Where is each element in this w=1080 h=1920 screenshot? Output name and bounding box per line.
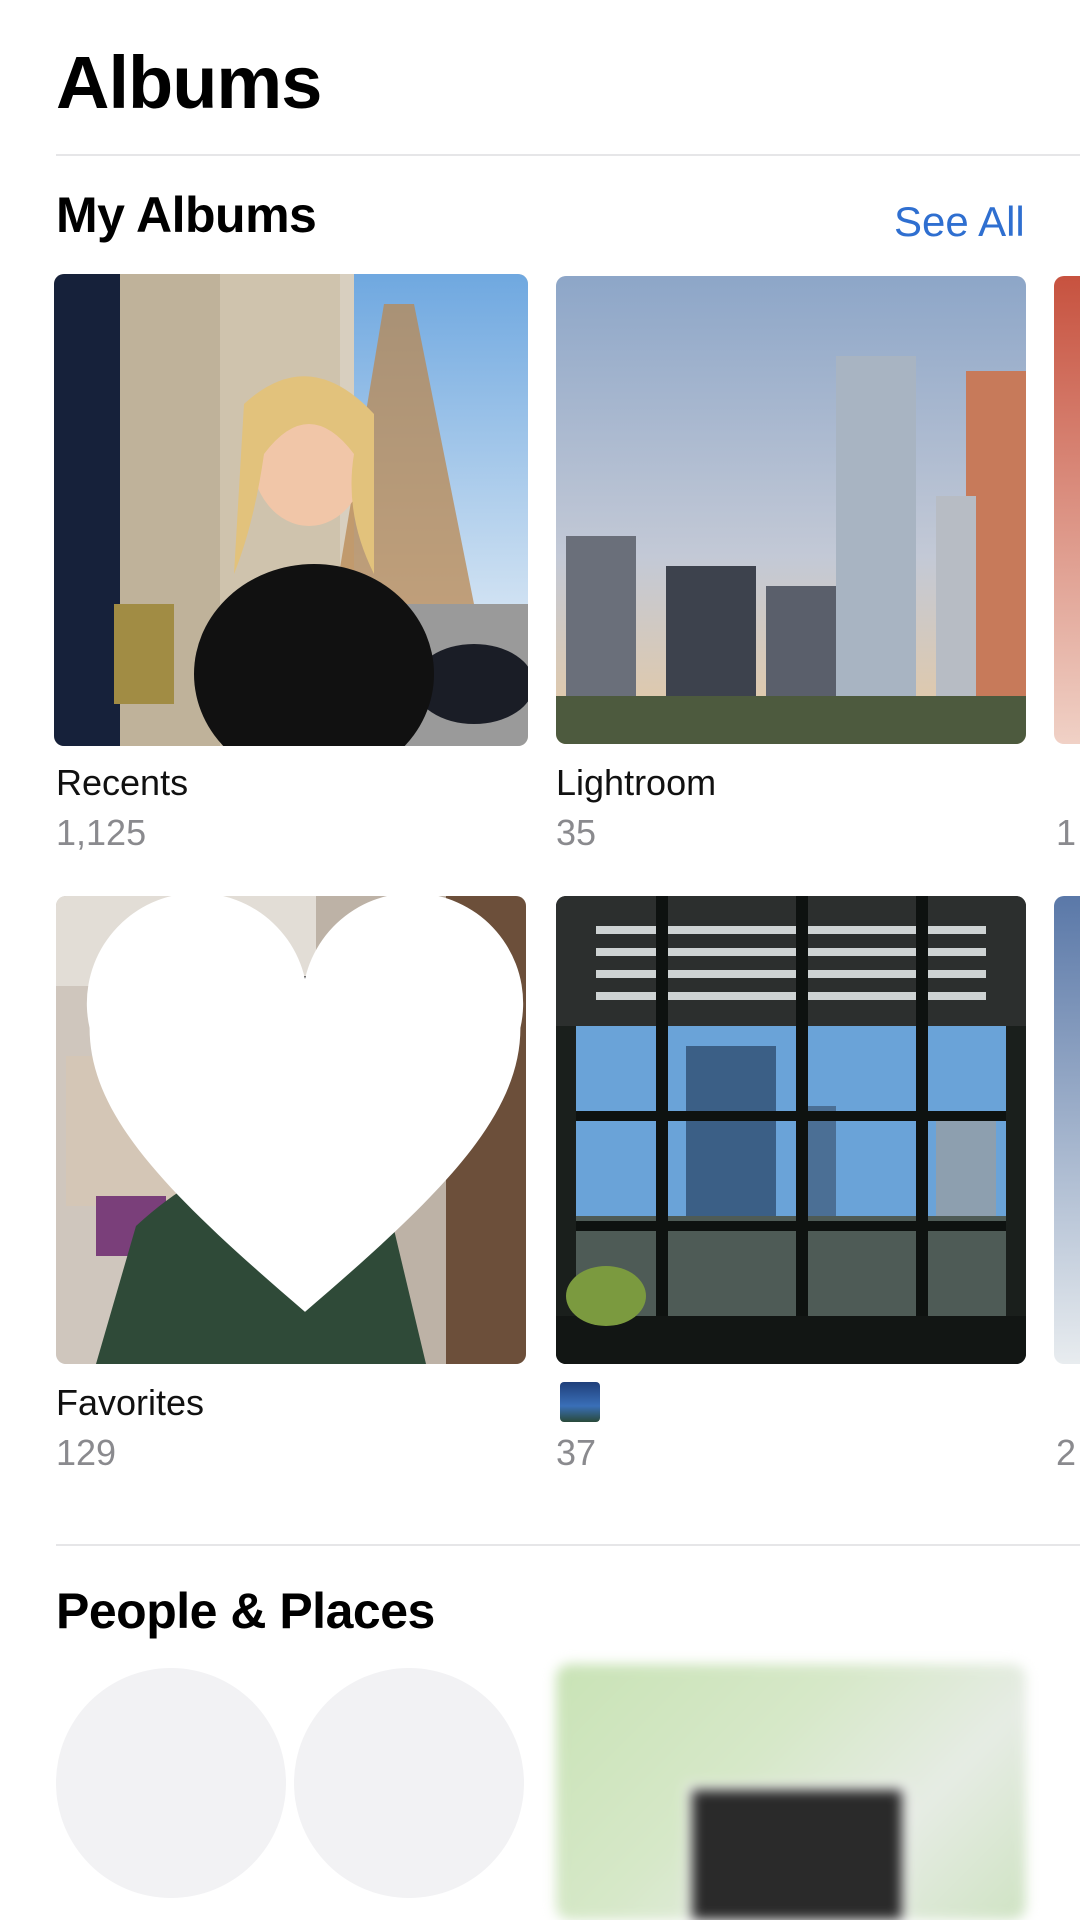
heart-icon	[86, 896, 524, 1312]
album-count: 129	[56, 1432, 117, 1473]
album-name: Recents	[56, 762, 189, 803]
lightroom-photo	[556, 276, 1026, 744]
page-title: Albums	[56, 41, 322, 124]
album-name: Lightroom	[556, 762, 717, 803]
album-count: 2	[1056, 1432, 1077, 1473]
see-all-link[interactable]: See All	[894, 198, 1025, 246]
album-name: Favorites	[56, 1382, 205, 1423]
places-map-thumbnail[interactable]	[556, 1664, 1026, 1920]
album-count: 35	[556, 812, 597, 853]
recents-photo	[54, 274, 528, 746]
person-avatar[interactable]	[294, 1668, 524, 1898]
album-lightroom-thumbnail[interactable]	[556, 276, 1026, 744]
map-photo-pin	[686, 1784, 908, 1920]
header-divider	[56, 154, 1080, 156]
album-city-thumbnail[interactable]	[556, 896, 1026, 1364]
people-places-title: People & Places	[56, 1583, 435, 1639]
album-recents-thumbnail[interactable]	[54, 274, 528, 746]
album-partial-thumbnail[interactable]	[1054, 896, 1080, 1364]
window-view-photo	[556, 896, 1026, 1364]
album-count: 1,125	[56, 812, 147, 853]
section-divider	[56, 1544, 1080, 1546]
album-count: 1	[1056, 812, 1077, 853]
my-albums-title: My Albums	[56, 187, 317, 243]
city-photo-thumbnail-icon	[560, 1382, 600, 1422]
album-favorites-thumbnail[interactable]	[56, 896, 526, 1364]
person-avatar[interactable]	[56, 1668, 286, 1898]
album-count: 37	[556, 1432, 597, 1473]
album-partial-thumbnail[interactable]	[1054, 276, 1080, 744]
